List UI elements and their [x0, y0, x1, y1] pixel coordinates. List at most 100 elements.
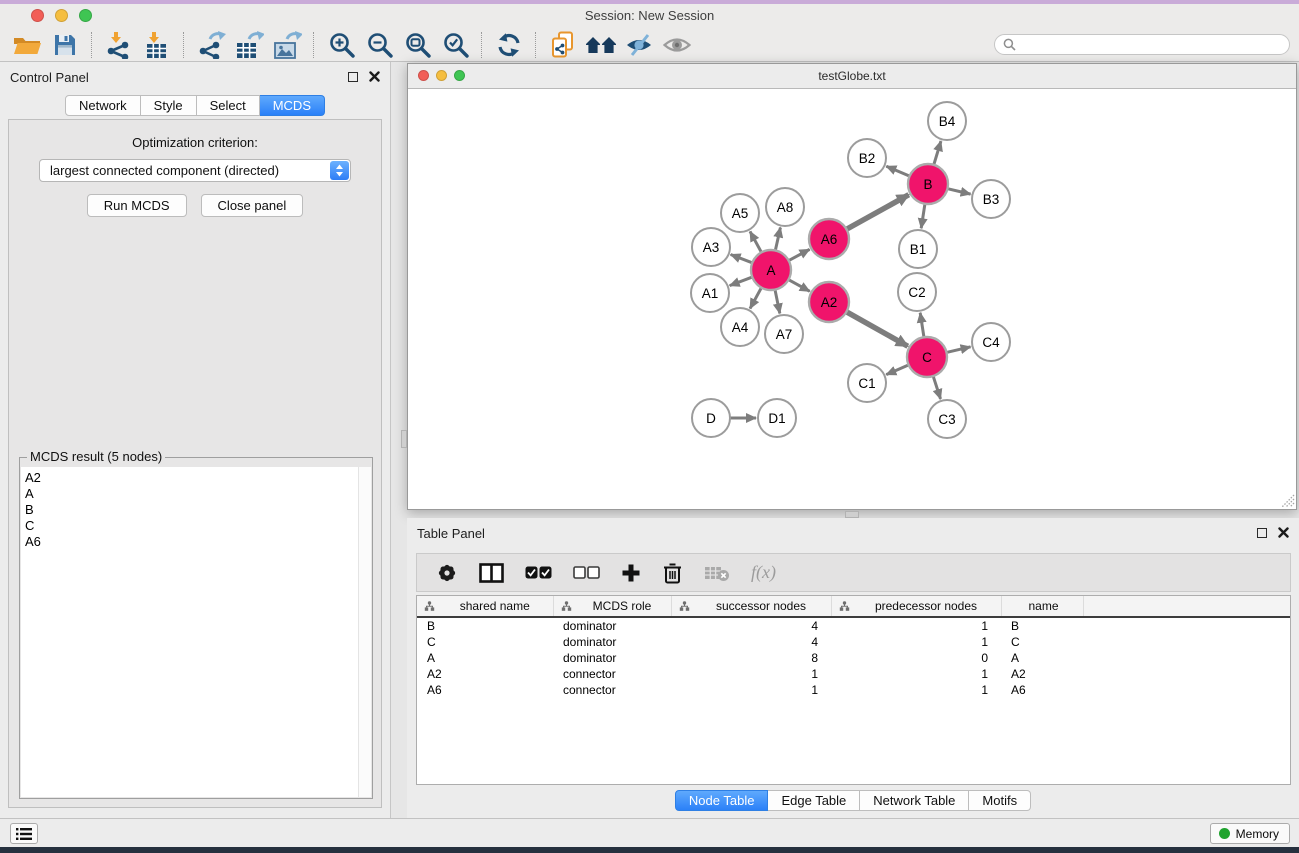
graph-edge-A-A8[interactable] — [775, 227, 780, 251]
zoom-in-button[interactable] — [322, 29, 360, 61]
memory-button[interactable]: Memory — [1210, 823, 1290, 844]
graph-edge-C-C4[interactable] — [945, 347, 970, 353]
graph-node-A[interactable]: A — [751, 250, 791, 290]
search-field[interactable] — [994, 34, 1290, 55]
table-cell[interactable]: A2 — [417, 666, 553, 682]
zoom-out-button[interactable] — [360, 29, 398, 61]
column-header-predecessor-nodes[interactable]: predecessor nodes — [831, 596, 1001, 617]
table-row[interactable]: Bdominator41B — [417, 617, 1290, 634]
table-cell[interactable]: C — [1001, 634, 1083, 650]
table-cell[interactable]: 1 — [831, 634, 1001, 650]
close-network-window-button[interactable] — [418, 70, 429, 81]
float-panel-icon[interactable] — [1257, 528, 1267, 538]
control-tab-select[interactable]: Select — [197, 95, 260, 116]
close-panel-icon[interactable] — [369, 71, 380, 82]
function-builder-button[interactable]: f(x) — [751, 562, 776, 583]
export-table-button[interactable] — [230, 29, 268, 61]
table-cell[interactable]: 1 — [831, 682, 1001, 698]
column-header-successor-nodes[interactable]: successor nodes — [671, 596, 831, 617]
table-cell[interactable]: 4 — [671, 634, 831, 650]
table-tab-network-table[interactable]: Network Table — [860, 790, 969, 811]
mcds-result-item[interactable]: A6 — [21, 534, 358, 550]
table-cell[interactable]: 4 — [671, 617, 831, 634]
graph-edge-A-A5[interactable] — [750, 231, 762, 253]
table-settings-button[interactable] — [436, 562, 458, 584]
show-all-button[interactable] — [658, 29, 696, 61]
table-cell[interactable]: 1 — [671, 666, 831, 682]
graph-edge-B-B4[interactable] — [933, 141, 940, 166]
graph-node-A1[interactable]: A1 — [691, 274, 729, 312]
clone-network-button[interactable] — [544, 29, 582, 61]
graph-edge-A-A4[interactable] — [750, 287, 762, 309]
graph-edge-A-A1[interactable] — [730, 277, 754, 286]
graph-node-A2[interactable]: A2 — [809, 282, 849, 322]
mcds-result-item[interactable]: A — [21, 486, 358, 502]
table-cell[interactable]: B — [417, 617, 553, 634]
table-cell[interactable]: dominator — [553, 650, 671, 666]
select-all-columns-button[interactable] — [525, 566, 552, 579]
graph-node-B4[interactable]: B4 — [928, 102, 966, 140]
graph-node-D[interactable]: D — [692, 399, 730, 437]
search-input[interactable] — [1021, 37, 1281, 53]
network-canvas[interactable]: B4B2BB3A8A5A6A3B1AA1C2A2A4A7C4CC1C3DD1 — [408, 89, 1296, 509]
graph-edge-C-C1[interactable] — [886, 365, 909, 375]
graph-node-B3[interactable]: B3 — [972, 180, 1010, 218]
task-history-button[interactable] — [10, 823, 38, 844]
graph-node-B[interactable]: B — [908, 164, 948, 204]
graph-edge-A-A3[interactable] — [731, 255, 754, 264]
run-mcds-button[interactable]: Run MCDS — [87, 194, 187, 217]
hide-selected-button[interactable] — [620, 29, 658, 61]
import-table-button[interactable] — [138, 29, 176, 61]
vertical-split-handle[interactable] — [401, 430, 407, 448]
table-row[interactable]: Cdominator41C — [417, 634, 1290, 650]
zoom-network-window-button[interactable] — [454, 70, 465, 81]
mcds-result-item[interactable]: B — [21, 502, 358, 518]
graph-edge-C-C2[interactable] — [920, 313, 924, 338]
graph-edge-A-A6[interactable] — [788, 249, 810, 261]
graph-node-D1[interactable]: D1 — [758, 399, 796, 437]
table-cell[interactable]: A — [417, 650, 553, 666]
table-cell[interactable]: A2 — [1001, 666, 1083, 682]
control-tab-style[interactable]: Style — [141, 95, 197, 116]
graph-edge-C-C3[interactable] — [933, 375, 941, 399]
graph-node-A3[interactable]: A3 — [692, 228, 730, 266]
table-cell[interactable]: 1 — [671, 682, 831, 698]
graph-edge-A-A2[interactable] — [788, 279, 810, 291]
import-network-button[interactable] — [100, 29, 138, 61]
close-window-button[interactable] — [31, 9, 44, 22]
table-cell[interactable]: connector — [553, 682, 671, 698]
graph-node-A7[interactable]: A7 — [765, 315, 803, 353]
delete-columns-button[interactable] — [662, 562, 683, 584]
network-window-titlebar[interactable]: testGlobe.txt — [408, 64, 1296, 89]
table-cell[interactable]: dominator — [553, 634, 671, 650]
mcds-result-item[interactable]: C — [21, 518, 358, 534]
criterion-dropdown[interactable]: largest connected component (directed) — [39, 159, 351, 182]
column-header-shared-name[interactable]: shared name — [417, 596, 553, 617]
table-cell[interactable]: 1 — [831, 617, 1001, 634]
table-cell[interactable]: 0 — [831, 650, 1001, 666]
table-cell[interactable]: 1 — [831, 666, 1001, 682]
graph-edge-B-B3[interactable] — [946, 188, 970, 194]
mcds-result-scrollbar[interactable] — [358, 467, 371, 797]
save-session-button[interactable] — [46, 29, 84, 61]
table-row[interactable]: A6connector11A6 — [417, 682, 1290, 698]
refresh-layout-button[interactable] — [490, 29, 528, 61]
graph-node-A4[interactable]: A4 — [721, 308, 759, 346]
graph-edge-B-B2[interactable] — [886, 166, 910, 176]
table-cell[interactable]: A — [1001, 650, 1083, 666]
table-tab-edge-table[interactable]: Edge Table — [768, 790, 860, 811]
zoom-selected-button[interactable] — [436, 29, 474, 61]
zoom-window-button[interactable] — [79, 9, 92, 22]
graph-node-C4[interactable]: C4 — [972, 323, 1010, 361]
export-image-button[interactable] — [268, 29, 306, 61]
control-tab-mcds[interactable]: MCDS — [260, 95, 325, 116]
deselect-all-columns-button[interactable] — [573, 566, 600, 579]
graph-node-C1[interactable]: C1 — [848, 364, 886, 402]
table-cell[interactable]: B — [1001, 617, 1083, 634]
show-column-button[interactable] — [479, 563, 504, 583]
column-header-name[interactable]: name — [1001, 596, 1083, 617]
float-panel-icon[interactable] — [348, 72, 358, 82]
table-tab-motifs[interactable]: Motifs — [969, 790, 1031, 811]
open-session-button[interactable] — [8, 29, 46, 61]
table-tab-node-table[interactable]: Node Table — [675, 790, 769, 811]
